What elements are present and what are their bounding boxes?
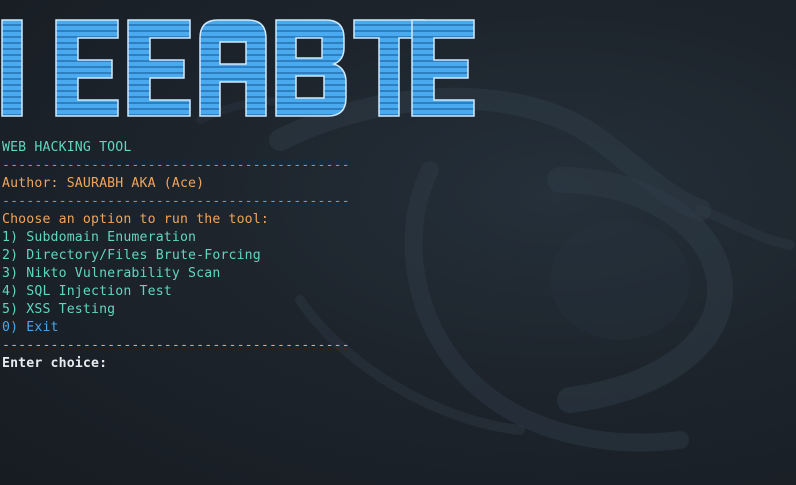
menu-option-sql-injection: 4) SQL Injection Test [2, 284, 172, 299]
tool-title: WEB HACKING TOOL [2, 140, 132, 155]
menu-option-xss-testing: 5) XSS Testing [2, 302, 116, 317]
menu-option-subdomain-enumeration: 1) Subdomain Enumeration [2, 230, 197, 245]
terminal-window[interactable]: WEB HACKING TOOL -----------------------… [0, 0, 796, 485]
separator-line-top: ----------------------------------------… [2, 158, 350, 173]
input-prompt[interactable]: Enter choice: [2, 355, 107, 373]
menu-option-nikto-scan: 3) Nikto Vulnerability Scan [2, 266, 221, 281]
menu-option-directory-brute-forcing: 2) Directory/Files Brute-Forcing [2, 248, 261, 263]
separator-line-footer: ----------------------------------------… [2, 338, 350, 353]
author-line: Author: SAURABH AKA (Ace) [2, 176, 205, 191]
ascii-art-banner [1, 19, 475, 117]
menu-heading: Choose an option to run the tool: [2, 212, 269, 227]
menu-option-exit: 0) Exit [2, 320, 59, 335]
separator-line-bottom: ----------------------------------------… [2, 194, 350, 209]
